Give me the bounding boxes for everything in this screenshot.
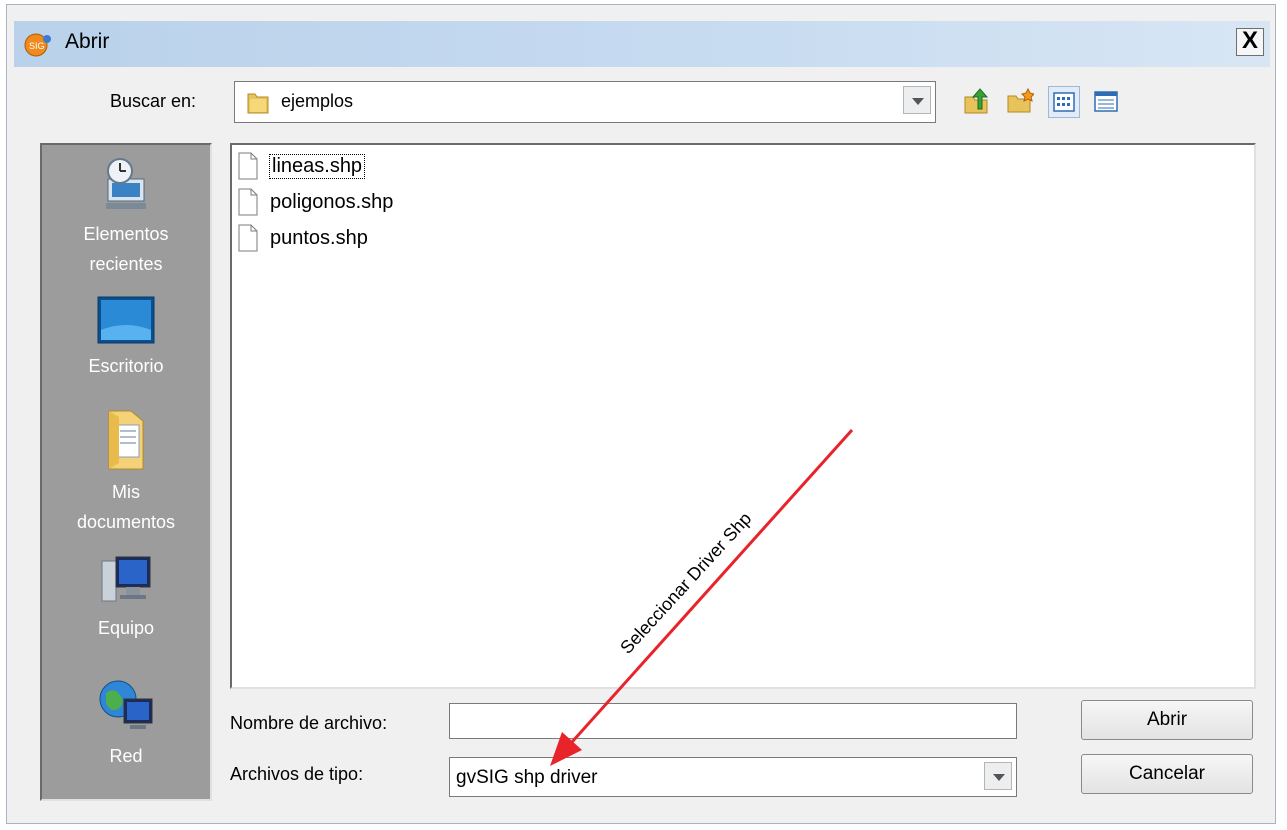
arrow-line bbox=[570, 428, 854, 744]
annotation-arrow: Seleccionar Driver Shp bbox=[550, 428, 854, 766]
annotation-text: Seleccionar Driver Shp bbox=[616, 508, 755, 657]
